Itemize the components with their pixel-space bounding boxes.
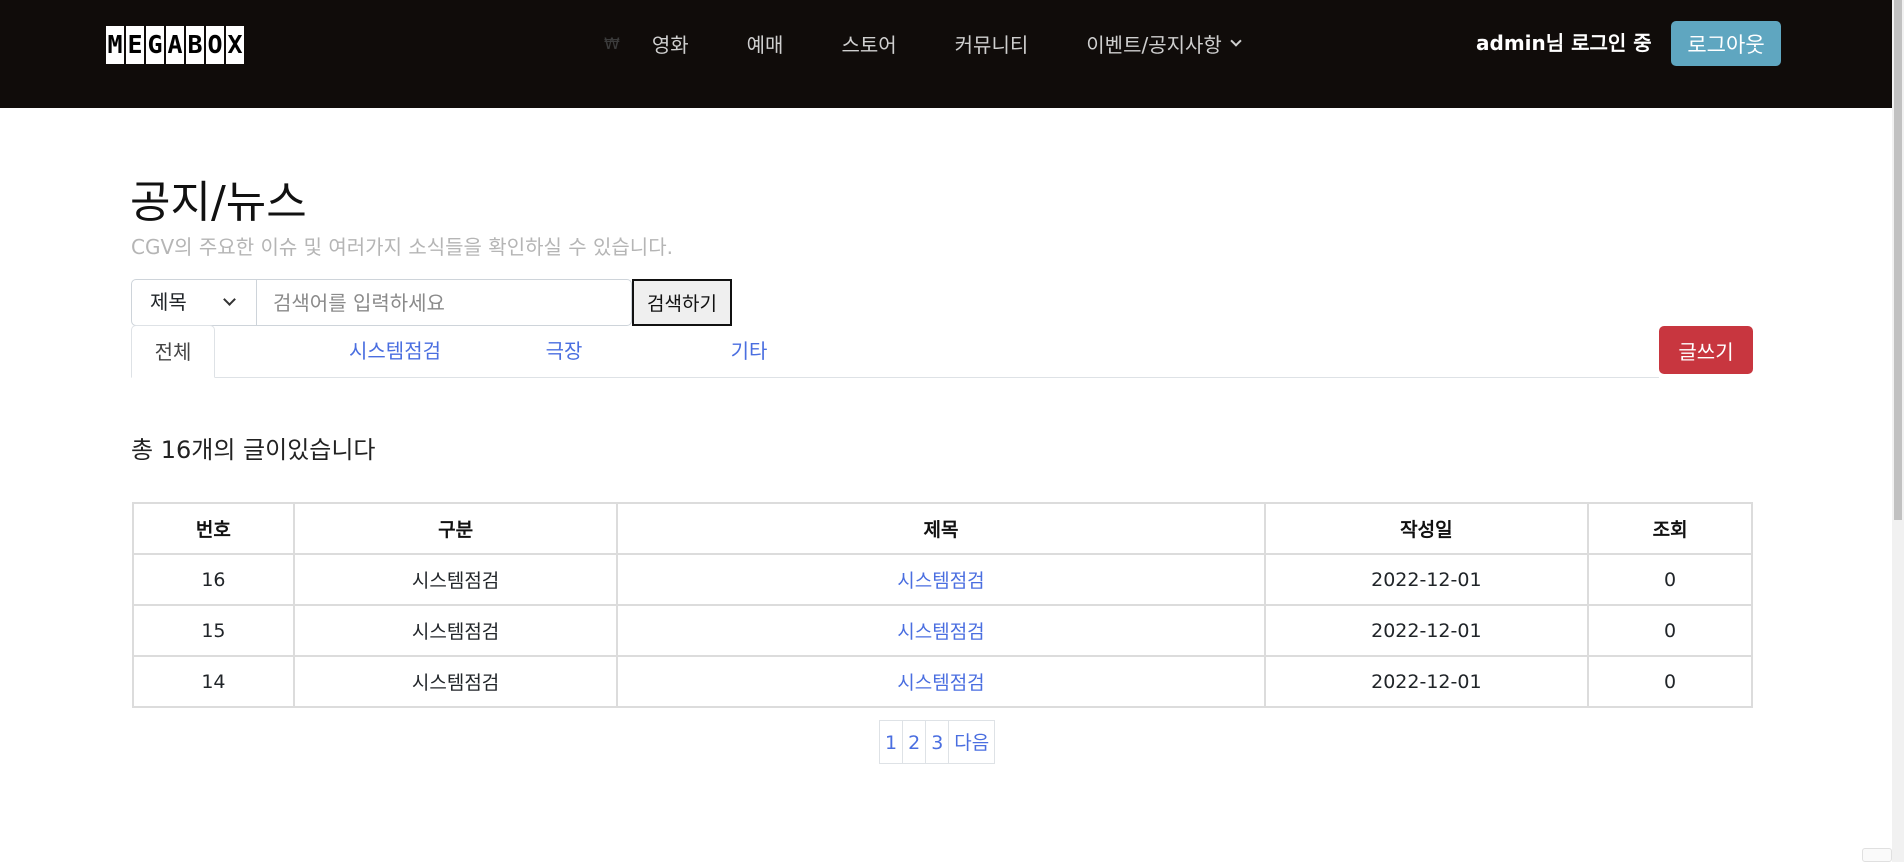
- search-type-value: 제목: [150, 290, 187, 314]
- tab-all[interactable]: 전체: [131, 325, 215, 378]
- post-title-link[interactable]: 시스템점검: [897, 570, 984, 592]
- cell-date: 2022-12-01: [1263, 553, 1590, 606]
- megabox-logo[interactable]: M E G A B O X: [106, 26, 244, 64]
- page-link-3[interactable]: 3: [925, 720, 950, 764]
- logo-letter: A: [166, 26, 184, 64]
- cell-title: 시스템점검: [616, 553, 1266, 606]
- chevron-down-icon: [223, 293, 236, 306]
- post-title-link[interactable]: 시스템점검: [897, 621, 984, 643]
- search-type-select[interactable]: 제목: [131, 279, 257, 326]
- post-title-link[interactable]: 시스템점검: [897, 672, 984, 694]
- cell-number: 16: [132, 553, 295, 606]
- cell-date: 2022-12-01: [1263, 604, 1590, 657]
- logo-letter: B: [186, 26, 204, 64]
- tab-etc[interactable]: 기타: [694, 325, 804, 378]
- table-header-row: 번호 구분 제목 작성일 조회: [132, 502, 1753, 555]
- cell-category: 시스템점검: [292, 655, 619, 708]
- nav-item-community[interactable]: 커뮤니티: [955, 29, 1029, 58]
- scrollbar-thumb[interactable]: [1894, 0, 1902, 520]
- page-title: 공지/뉴스: [130, 177, 307, 228]
- search-button[interactable]: 검색하기: [632, 279, 732, 326]
- logo-letter: O: [206, 26, 224, 64]
- notice-table: 번호 구분 제목 작성일 조회 16 시스템점검 시스템점검 2022-12-0…: [132, 502, 1753, 708]
- cell-number: 15: [132, 604, 295, 657]
- cell-date: 2022-12-01: [1263, 655, 1590, 708]
- cell-views: 0: [1587, 553, 1753, 606]
- corner-widget: [1862, 848, 1892, 862]
- col-header-views: 조회: [1587, 502, 1753, 555]
- cell-views: 0: [1587, 655, 1753, 708]
- nav-dropdown-events[interactable]: 이벤트/공지사항: [1086, 29, 1242, 58]
- table-row: 15 시스템점검 시스템점검 2022-12-01 0: [132, 604, 1753, 657]
- search-input[interactable]: [256, 279, 632, 326]
- pagination: 1 2 3 다음: [879, 720, 996, 764]
- cell-number: 14: [132, 655, 295, 708]
- cell-category: 시스템점검: [292, 604, 619, 657]
- cell-title: 시스템점검: [616, 655, 1266, 708]
- page-link-2[interactable]: 2: [902, 720, 927, 764]
- nav-item-movie[interactable]: 영화: [652, 29, 689, 58]
- won-icon: ₩: [604, 33, 620, 53]
- col-header-title: 제목: [616, 502, 1266, 555]
- col-header-category: 구분: [292, 502, 619, 555]
- logo-letter: G: [146, 26, 164, 64]
- user-status: admin님 로그인 중: [1476, 31, 1652, 55]
- table-row: 16 시스템점검 시스템점검 2022-12-01 0: [132, 553, 1753, 606]
- col-header-date: 작성일: [1263, 502, 1590, 555]
- nav-dropdown-label: 이벤트/공지사항: [1086, 32, 1222, 57]
- tab-theater[interactable]: 극장: [514, 325, 614, 378]
- logo-letter: E: [126, 26, 144, 64]
- page-link-next[interactable]: 다음: [948, 720, 996, 764]
- page-link-1[interactable]: 1: [879, 720, 904, 764]
- nav-item-reservation[interactable]: 예매: [747, 29, 784, 58]
- top-navbar: M E G A B O X ₩ 영화 예매 스토어 커뮤니티 이벤트/공지사항 …: [0, 0, 1892, 108]
- col-header-number: 번호: [132, 502, 295, 555]
- cell-category: 시스템점검: [292, 553, 619, 606]
- table-row: 14 시스템점검 시스템점검 2022-12-01 0: [132, 655, 1753, 708]
- logout-button[interactable]: 로그아웃: [1671, 21, 1781, 66]
- main-nav: ₩ 영화 예매 스토어 커뮤니티 이벤트/공지사항: [604, 26, 1242, 60]
- cell-title: 시스템점검: [616, 604, 1266, 657]
- nav-item-store[interactable]: 스토어: [841, 29, 896, 58]
- tab-system-check[interactable]: 시스템점검: [315, 325, 475, 378]
- logo-letter: M: [106, 26, 124, 64]
- logo-letter: X: [226, 26, 244, 64]
- chevron-down-icon: [1230, 35, 1242, 47]
- page-subtitle: CGV의 주요한 이슈 및 여러가지 소식들을 확인하실 수 있습니다.: [131, 235, 673, 259]
- category-tabs: 전체 시스템점검 극장 기타: [131, 325, 1659, 378]
- total-count-text: 총 16개의 글이있습니다: [131, 436, 376, 464]
- vertical-scrollbar[interactable]: [1892, 0, 1904, 862]
- cell-views: 0: [1587, 604, 1753, 657]
- write-button[interactable]: 글쓰기: [1659, 326, 1753, 374]
